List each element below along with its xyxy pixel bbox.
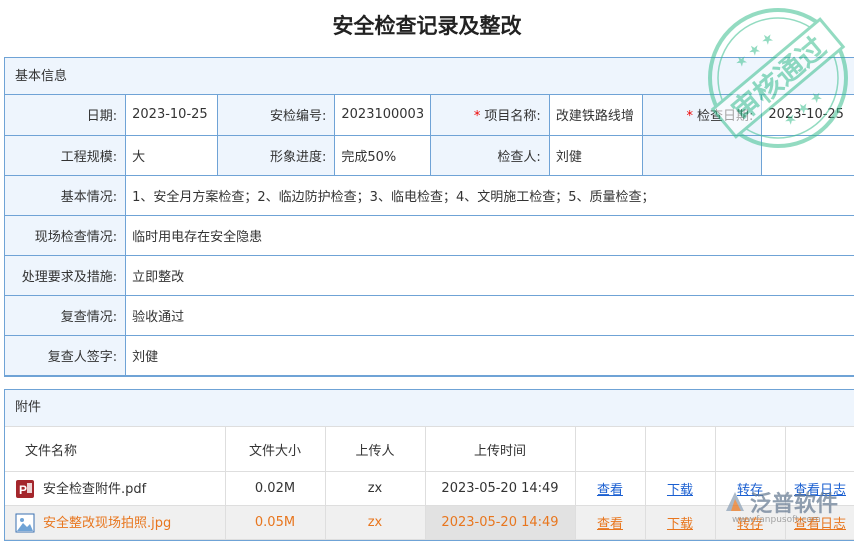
file-name: P 安全检查附件.pdf	[5, 471, 226, 506]
attachment-row[interactable]: P 安全检查附件.pdf 0.02M zx 2023-05-20 14:49 查看…	[5, 471, 854, 506]
empty-label	[641, 134, 763, 176]
pdf-icon: P	[15, 479, 35, 499]
col-uploader: 上传人	[324, 426, 426, 472]
basic-info-header: 基本信息	[5, 58, 854, 95]
col-file-name: 文件名称	[5, 426, 226, 472]
view-log-link[interactable]: 查看日志	[794, 483, 846, 498]
progress-value: 完成50%	[334, 134, 432, 176]
col-upload-time: 上传时间	[424, 426, 576, 472]
inspector-value: 刘健	[548, 134, 643, 176]
file-name: 安全整改现场拍照.jpg	[5, 505, 226, 540]
page-title: 安全检查记录及整改	[332, 14, 522, 38]
upload-time: 2023-05-20 14:49	[424, 505, 576, 540]
image-icon	[15, 513, 35, 533]
code-value: 2023100003	[334, 95, 432, 136]
attachments-header: 附件	[5, 390, 854, 426]
required-icon: *	[686, 109, 694, 125]
scale-label: 工程规模:	[5, 134, 127, 176]
scale-value: 大	[125, 134, 218, 176]
upload-time: 2023-05-20 14:49	[424, 471, 576, 506]
transfer-link[interactable]: 转存	[737, 483, 763, 498]
signer-value: 刘健	[125, 334, 854, 376]
project-value: 改建铁路线增	[548, 95, 643, 136]
progress-label: 形象进度:	[216, 134, 336, 176]
svg-text:P: P	[19, 483, 27, 497]
view-link[interactable]: 查看	[597, 483, 623, 498]
situation-value: 1、安全月方案检查；2、临边防护检查；3、临电检查；4、文明施工检查；5、质量检…	[125, 174, 854, 216]
situation-label: 基本情况:	[5, 174, 127, 216]
uploader: zx	[324, 505, 426, 540]
col-file-size: 文件大小	[224, 426, 326, 472]
attachments-table: 文件名称 文件大小 上传人 上传时间 P 安全检查附件.pdf 0.02M zx …	[5, 426, 854, 540]
download-link[interactable]: 下载	[667, 517, 693, 532]
empty-value	[761, 134, 854, 176]
measures-label: 处理要求及措施:	[5, 254, 127, 296]
required-icon: *	[473, 109, 481, 125]
recheck-value: 验收通过	[125, 294, 854, 336]
measures-value: 立即整改	[125, 254, 854, 296]
date-value: 2023-10-25	[125, 95, 218, 136]
inspector-label: 检查人:	[430, 134, 550, 176]
basic-info-form: 日期: 2023-10-25 安检编号: 2023100003 * 项目名称: 改…	[5, 95, 854, 376]
project-label: * 项目名称:	[430, 95, 550, 136]
site-label: 现场检查情况:	[5, 214, 127, 256]
recheck-label: 复查情况:	[5, 294, 127, 336]
basic-info-section: 基本信息 日期: 2023-10-25 安检编号: 2023100003 * 项目…	[4, 57, 854, 377]
attachment-row[interactable]: 安全整改现场拍照.jpg 0.05M zx 2023-05-20 14:49 查…	[5, 505, 854, 540]
code-label: 安检编号:	[216, 95, 336, 136]
view-log-link[interactable]: 查看日志	[794, 517, 846, 532]
file-size: 0.02M	[224, 471, 326, 506]
download-link[interactable]: 下载	[667, 483, 693, 498]
uploader: zx	[324, 471, 426, 506]
site-value: 临时用电存在安全隐患	[125, 214, 854, 256]
attachments-section: 附件 文件名称 文件大小 上传人 上传时间 P 安全检查附件.pdf 0.02M …	[4, 389, 854, 541]
file-size: 0.05M	[224, 505, 326, 540]
view-link[interactable]: 查看	[597, 517, 623, 532]
signer-label: 复查人签字:	[5, 334, 127, 376]
check-date-value: 2023-10-25	[761, 95, 854, 136]
date-label: 日期:	[5, 95, 127, 136]
transfer-link[interactable]: 转存	[737, 517, 763, 532]
check-date-label: * 检查日期:	[641, 95, 763, 136]
